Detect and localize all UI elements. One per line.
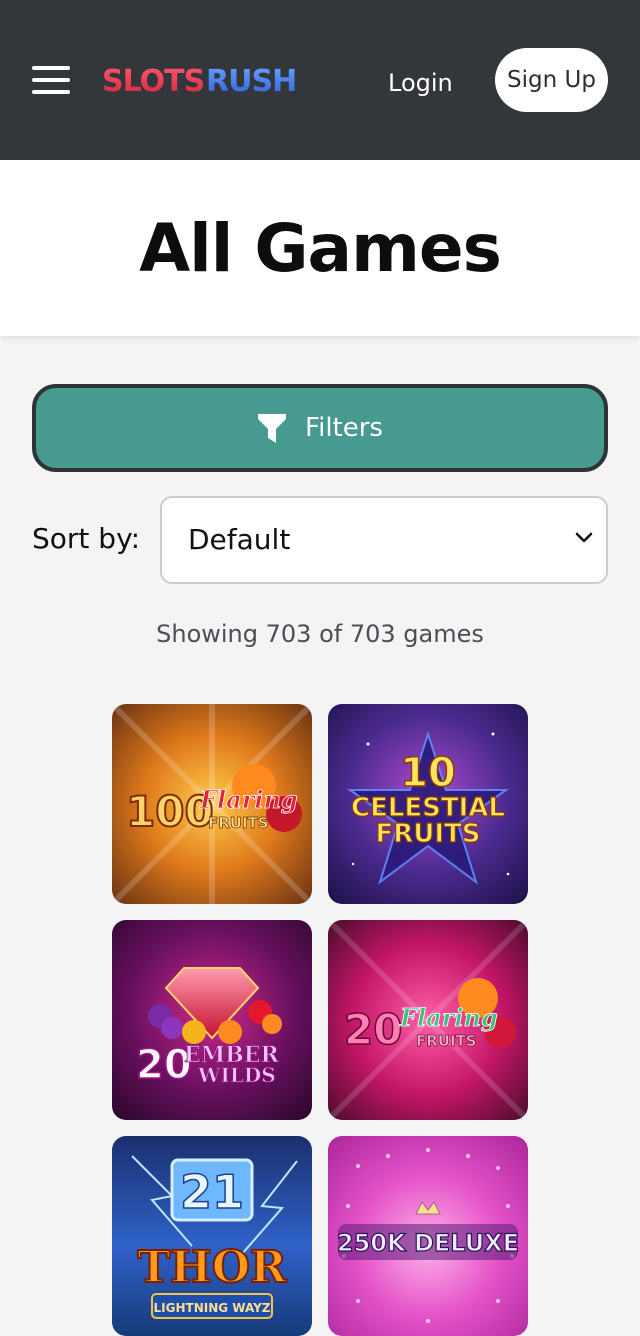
login-link[interactable]: Login	[388, 69, 453, 97]
game-tile[interactable]: 20 Flaring FRUITS	[328, 920, 528, 1120]
game-title-1c: FRUITS	[208, 814, 269, 832]
game-title-1b: Flaring	[199, 785, 298, 814]
logo-text-rush: RUSH	[206, 64, 296, 99]
game-title-5c: LIGHTNING WAYZ	[154, 1301, 271, 1315]
chevron-down-icon	[574, 530, 594, 549]
game-title-5b: THOR	[137, 1242, 287, 1293]
game-title-4c: FRUITS	[416, 1032, 477, 1050]
game-tile[interactable]: 100 Flaring FRUITS	[112, 704, 312, 904]
site-logo[interactable]: SLOTS RUSH	[102, 60, 312, 100]
games-grid: 100 Flaring FRUITS 10 CELESTIAL FRUITS 2…	[112, 704, 528, 1336]
game-title-4a: 20	[344, 1005, 402, 1054]
results-count: Showing 703 of 703 games	[156, 620, 484, 648]
logo-text-slots: SLOTS	[102, 64, 204, 99]
game-title-6a: 250K DELUXE	[337, 1229, 519, 1257]
filters-button[interactable]: Filters	[32, 384, 608, 472]
game-title-4b: Flaring	[399, 1003, 498, 1032]
game-title-2a: 10	[400, 750, 456, 796]
game-tile[interactable]: 10 CELESTIAL FRUITS	[328, 704, 528, 904]
sort-selected-value: Default	[188, 523, 291, 556]
sort-select[interactable]: Default	[160, 496, 608, 584]
game-title-2c: FRUITS	[375, 819, 480, 849]
game-title-5a: 21	[180, 1165, 244, 1219]
game-title-3c: WILDS	[197, 1063, 276, 1087]
menu-hamburger-icon[interactable]	[30, 62, 74, 98]
game-tile[interactable]: 21 THOR LIGHTNING WAYZ	[112, 1136, 312, 1336]
filters-label: Filters	[305, 413, 383, 443]
game-tile[interactable]: 20 EMBER WILDS	[112, 920, 312, 1120]
page-title: All Games	[139, 210, 502, 287]
game-tile[interactable]: 250K DELUXE	[328, 1136, 528, 1336]
top-header: SLOTS RUSH Login Sign Up	[0, 0, 640, 160]
filter-funnel-icon	[258, 414, 287, 443]
sort-by-label: Sort by:	[32, 522, 141, 555]
signup-button[interactable]: Sign Up	[495, 48, 608, 112]
